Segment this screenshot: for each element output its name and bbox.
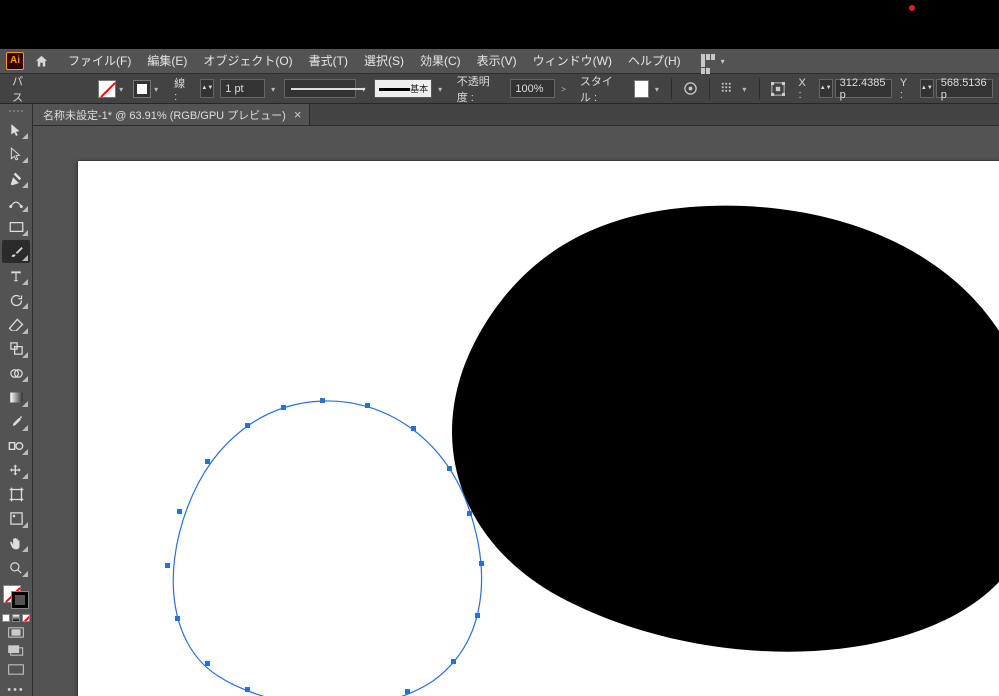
stroke-indicator-icon[interactable] <box>11 591 29 609</box>
edit-toolbar-icon[interactable]: ••• <box>7 684 25 696</box>
fill-dropdown-arrow-icon[interactable]: ▾ <box>119 85 127 93</box>
stroke-swatch-group: ▾ <box>133 80 162 98</box>
os-title-bar <box>0 0 999 49</box>
rotate-tool[interactable] <box>2 289 30 311</box>
screen-mode-icon[interactable] <box>3 661 29 678</box>
shape-builder-tool[interactable] <box>2 362 30 384</box>
stroke-swatch[interactable] <box>133 80 151 98</box>
selection-tool[interactable] <box>2 119 30 141</box>
brush-definition-label: 基本 <box>410 82 428 95</box>
hand-tool[interactable] <box>2 532 30 554</box>
stroke-weight-stepper[interactable]: ▲▼ <box>200 79 214 98</box>
eraser-tool[interactable] <box>2 313 30 335</box>
document-tab-title: 名称未設定-1* @ 63.91% (RGB/GPU プレビュー) <box>43 107 286 123</box>
menu-window[interactable]: ウィンドウ(W) <box>525 49 620 73</box>
window-close-indicator[interactable] <box>909 5 915 11</box>
y-coord-stepper[interactable]: ▲▼ <box>920 79 934 98</box>
pen-tool[interactable] <box>2 167 30 189</box>
type-tool[interactable] <box>2 265 30 287</box>
menu-object[interactable]: オブジェクト(O) <box>195 49 300 73</box>
draw-normal-mode-icon[interactable] <box>3 624 29 641</box>
menu-select[interactable]: 選択(S) <box>356 49 412 73</box>
stroke-weight-field[interactable]: 1 pt <box>220 79 265 98</box>
menu-edit[interactable]: 編集(E) <box>139 49 195 73</box>
recolor-artwork-icon[interactable] <box>682 79 699 99</box>
menu-effect[interactable]: 効果(C) <box>412 49 469 73</box>
selection-type-label: パス <box>6 73 36 105</box>
brush-definition-dropdown[interactable]: 基本 <box>374 79 432 98</box>
x-coord-value: 312.4385 p <box>840 77 887 101</box>
fill-swatch-group: ▾ <box>98 80 127 98</box>
stroke-dropdown-arrow-icon[interactable]: ▾ <box>154 85 162 93</box>
align-panel-icon[interactable] <box>720 79 737 99</box>
direct-selection-tool[interactable] <box>2 143 30 165</box>
blend-tool[interactable] <box>2 435 30 457</box>
fill-swatch[interactable] <box>98 80 116 98</box>
document-area: 名称未設定-1* @ 63.91% (RGB/GPU プレビュー) × <box>33 104 999 696</box>
y-coord-field[interactable]: 568.5136 p <box>936 79 993 98</box>
opacity-popup-arrow-icon[interactable]: > <box>561 85 568 93</box>
stroke-profile-dropdown[interactable] <box>284 79 356 98</box>
scale-tool[interactable] <box>2 338 30 360</box>
separator <box>671 78 672 100</box>
slice-tool[interactable] <box>2 508 30 530</box>
panel-drag-handle-icon[interactable] <box>6 110 26 113</box>
color-mode-row <box>2 614 30 622</box>
x-coord-field[interactable]: 312.4385 p <box>835 79 892 98</box>
fill-stroke-indicator[interactable] <box>3 585 29 609</box>
menu-help[interactable]: ヘルプ(H) <box>620 49 689 73</box>
document-tab-strip: 名称未設定-1* @ 63.91% (RGB/GPU プレビュー) × <box>33 104 999 126</box>
paintbrush-tool[interactable] <box>2 240 30 262</box>
black-blob-shape[interactable] <box>408 196 999 666</box>
x-coord-stepper[interactable]: ▲▼ <box>819 79 833 98</box>
color-mode-gradient-icon[interactable] <box>12 614 20 622</box>
y-coord-value: 568.5136 p <box>941 77 988 101</box>
brush-definition-arrow-icon[interactable]: ▾ <box>438 85 445 93</box>
control-bar: パス ▾ ▾ 線 : ▲▼ 1 pt ▾ ▾ 基本 ▾ 不透明度 : 100% … <box>0 73 999 104</box>
curvature-tool[interactable] <box>2 192 30 214</box>
selected-outline-shape[interactable] <box>153 391 493 696</box>
artboard-tool[interactable] <box>2 483 30 505</box>
opacity-value: 100% <box>515 83 543 95</box>
y-coord-label: Y : <box>894 77 918 101</box>
stroke-weight-dropdown-icon[interactable]: ▾ <box>271 85 278 93</box>
color-mode-solid-icon[interactable] <box>2 614 10 622</box>
tools-panel: ••• <box>0 104 33 696</box>
menu-type[interactable]: 書式(T) <box>301 49 356 73</box>
stroke-weight-label: 線 : <box>168 75 194 103</box>
opacity-label: 不透明度 : <box>451 73 505 105</box>
gradient-tool[interactable] <box>2 386 30 408</box>
document-tab[interactable]: 名称未設定-1* @ 63.91% (RGB/GPU プレビュー) × <box>33 104 310 125</box>
symbol-sprayer-tool[interactable] <box>2 459 30 481</box>
artboard[interactable] <box>78 161 999 696</box>
opacity-field[interactable]: 100% <box>510 79 555 98</box>
draw-behind-mode-icon[interactable] <box>3 643 29 660</box>
zoom-tool[interactable] <box>2 556 30 578</box>
align-popup-arrow-icon[interactable]: ▾ <box>742 85 749 93</box>
canvas-viewport[interactable] <box>33 126 999 696</box>
rectangle-tool[interactable] <box>2 216 30 238</box>
graphic-style-swatch[interactable] <box>634 80 649 98</box>
x-coord-label: X : <box>793 77 817 101</box>
workspace-switcher-arrow-icon[interactable]: ▾ <box>721 57 725 66</box>
close-tab-icon[interactable]: × <box>294 107 302 122</box>
transform-anchor-icon[interactable] <box>770 79 787 99</box>
eyedropper-tool[interactable] <box>2 411 30 433</box>
style-label: スタイル : <box>574 73 628 105</box>
menu-file[interactable]: ファイル(F) <box>60 49 139 73</box>
menu-bar: Ai ファイル(F) 編集(E) オブジェクト(O) 書式(T) 選択(S) 効… <box>0 49 999 73</box>
app-logo-icon: Ai <box>6 52 24 70</box>
home-icon[interactable] <box>32 52 50 70</box>
stroke-weight-value: 1 pt <box>225 83 243 95</box>
separator <box>709 78 710 100</box>
style-dropdown-arrow-icon[interactable]: ▾ <box>655 85 662 93</box>
menu-view[interactable]: 表示(V) <box>469 49 525 73</box>
workspace-switcher-icon[interactable] <box>701 54 717 68</box>
color-mode-none-icon[interactable] <box>22 614 30 622</box>
separator <box>759 78 760 100</box>
